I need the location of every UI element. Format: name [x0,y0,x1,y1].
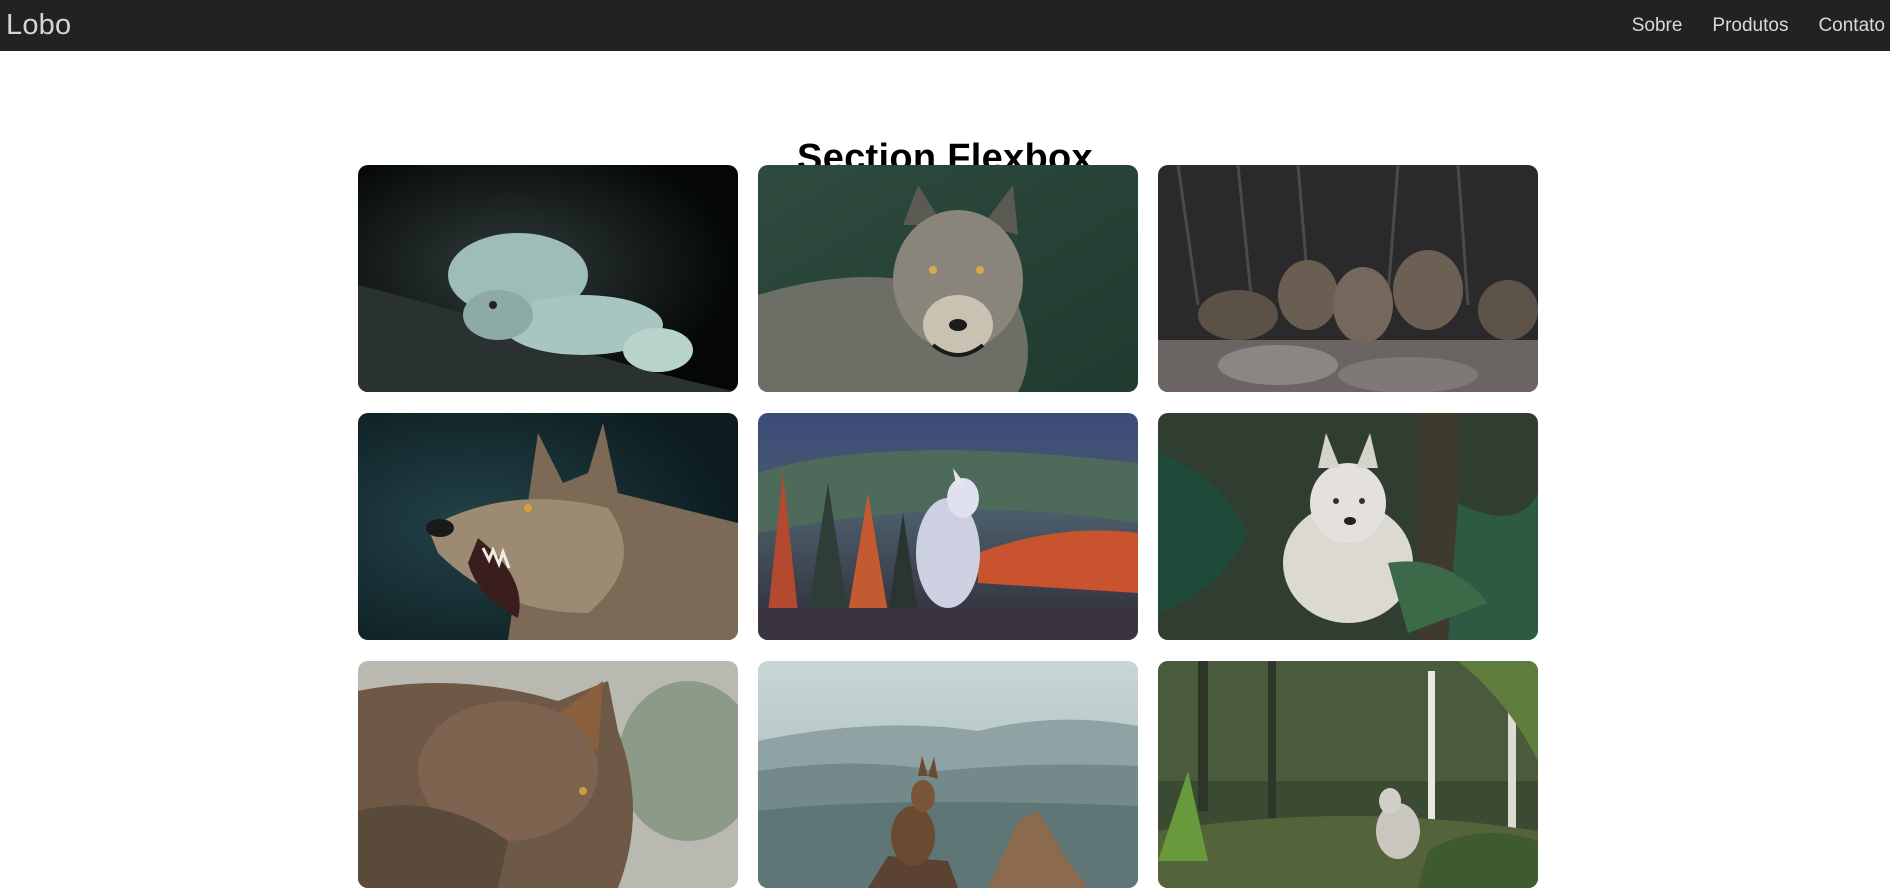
gallery-image-gray-wolf-portrait [758,165,1138,392]
nav-link-contato[interactable]: Contato [1818,15,1885,37]
wolf-in-woods-photo [1158,661,1538,888]
section-title: Section Flexbox [797,137,1093,179]
snarling-wolf-photo [358,413,738,640]
gray-wolf-portrait-photo [758,165,1138,392]
gallery-image-white-wolf-forest [1158,413,1538,640]
white-wolf-sleeping-photo [358,165,738,392]
wolf-on-rock-photo [758,661,1138,888]
main-nav: Sobre Produtos Contato [1602,15,1885,37]
gallery-image-white-wolf-hillside [758,413,1138,640]
gallery-image-wolf-on-rock [758,661,1138,888]
nav-link-sobre[interactable]: Sobre [1632,15,1683,37]
gallery-image-wolf-pack [1158,165,1538,392]
white-wolf-forest-photo [1158,413,1538,640]
brown-wolf-closeup-photo [358,661,738,888]
white-wolf-hillside-photo [758,413,1138,640]
gallery-image-wolf-in-woods [1158,661,1538,888]
brand-logo[interactable]: Lobo [6,11,71,40]
gallery-image-brown-wolf-closeup [358,661,738,888]
top-navbar: Lobo Sobre Produtos Contato [0,0,1890,51]
image-gallery [358,165,1538,888]
gallery-image-snarling-wolf [358,413,738,640]
gallery-image-white-wolf-sleeping [358,165,738,392]
wolf-pack-rocks-photo [1158,165,1538,392]
nav-link-produtos[interactable]: Produtos [1712,15,1788,37]
